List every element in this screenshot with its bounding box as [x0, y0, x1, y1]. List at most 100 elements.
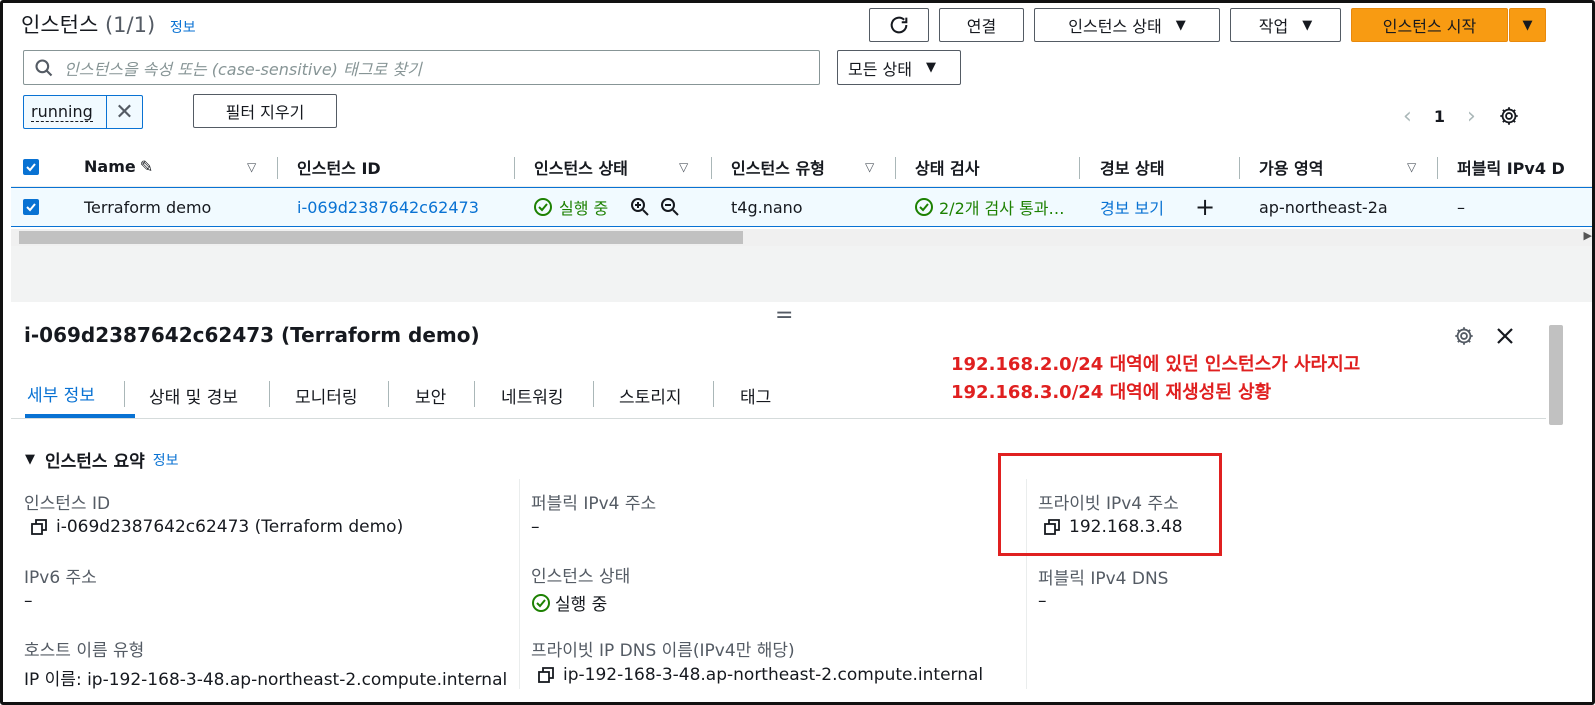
section-info-link[interactable]: 정보 — [153, 450, 179, 470]
tab-monitoring[interactable]: 모니터링 — [295, 373, 358, 418]
detail-controls — [1453, 325, 1515, 347]
launch-instance-button[interactable]: 인스턴스 시작 — [1351, 8, 1508, 42]
column-divider[interactable] — [1239, 157, 1240, 179]
public-dns-label: 퍼블릭 IPv4 DNS — [1038, 569, 1169, 589]
actions-button[interactable]: 작업 ▼ — [1230, 8, 1341, 42]
tab-security[interactable]: 보안 — [415, 373, 446, 418]
state-label: 인스턴스 상태 — [531, 567, 631, 587]
row-state-text: 실행 중 — [559, 199, 609, 218]
section-title: 인스턴스 요약 — [45, 452, 145, 472]
gear-icon[interactable] — [1498, 105, 1520, 127]
instance-id-label: 인스턴스 ID — [24, 494, 111, 514]
private-dns-text: ip-192-168-3-48.ap-northeast-2.compute.i… — [563, 665, 984, 685]
page-number[interactable]: 1 — [1434, 107, 1445, 126]
instance-summary-header[interactable]: ▼ 인스턴스 요약 정보 — [25, 447, 179, 472]
col-instance-type[interactable]: 인스턴스 유형 — [731, 147, 825, 186]
check-icon — [26, 203, 36, 212]
col-instance-id-label: 인스턴스 ID — [297, 158, 381, 178]
col-name-label: Name — [84, 157, 136, 176]
public-ipv4-label: 퍼블릭 IPv4 주소 — [531, 494, 657, 514]
next-page-icon[interactable]: › — [1467, 104, 1476, 129]
table-row[interactable]: Terraform demo i-069d2387642c62473 실행 중 … — [11, 187, 1592, 227]
row-checkbox[interactable] — [23, 188, 39, 226]
column-divider[interactable] — [895, 157, 896, 179]
add-alarm-icon[interactable]: + — [1195, 188, 1215, 226]
launch-label: 인스턴스 시작 — [1382, 17, 1477, 36]
col-status-check-label: 상태 검사 — [915, 158, 980, 178]
filter-token-label[interactable]: running — [24, 96, 107, 128]
gear-icon[interactable] — [1453, 325, 1475, 347]
tab-details[interactable]: 세부 정보 — [25, 373, 135, 418]
detail-title: i-069d2387642c62473 (Terraform demo) — [24, 323, 480, 347]
copy-icon[interactable] — [30, 518, 48, 536]
scrollbar-thumb[interactable] — [19, 231, 743, 244]
tab-divider — [124, 381, 125, 407]
col-status-check[interactable]: 상태 검사 — [915, 147, 979, 186]
remove-filter-button[interactable]: ✕ — [107, 96, 142, 128]
detail-tabs: 세부 정보 상태 및 경보 모니터링 보안 네트워킹 스토리지 태그 — [11, 373, 1546, 419]
scroll-right-icon[interactable]: ▶ — [1584, 229, 1592, 242]
clear-filters-label: 필터 지우기 — [225, 103, 305, 122]
sort-caret-icon[interactable]: ▽ — [1407, 147, 1416, 186]
collapse-triangle-icon: ▼ — [25, 452, 35, 467]
close-icon[interactable] — [1495, 326, 1515, 346]
col-instance-id[interactable]: 인스턴스 ID — [297, 147, 381, 186]
tab-divider — [474, 381, 475, 407]
success-icon — [534, 198, 552, 216]
tab-divider — [713, 381, 714, 407]
tab-tags[interactable]: 태그 — [740, 373, 771, 418]
ipv6-value: – — [24, 591, 33, 611]
col-az[interactable]: 가용 영역 — [1259, 147, 1323, 186]
vertical-scrollbar[interactable] — [1549, 325, 1563, 425]
column-divider[interactable] — [514, 157, 515, 179]
tab-networking[interactable]: 네트워킹 — [501, 373, 564, 418]
column-divider[interactable] — [277, 157, 278, 179]
tab-divider — [388, 381, 389, 407]
search-input[interactable]: 인스턴스을 속성 또는 (case-sensitive) 태그로 찾기 — [23, 50, 820, 85]
state-filter-select[interactable]: 모든 상태 ▼ — [837, 50, 961, 85]
column-divider[interactable] — [1079, 157, 1080, 179]
copy-icon[interactable] — [537, 666, 555, 684]
public-dns-value: – — [1038, 591, 1047, 611]
column-divider — [519, 479, 520, 689]
prev-page-icon[interactable]: ‹ — [1403, 104, 1412, 129]
row-type: t4g.nano — [731, 197, 803, 217]
row-instance-id-link[interactable]: i-069d2387642c62473 — [297, 188, 479, 226]
col-name[interactable]: Name ✎ — [84, 147, 153, 186]
caret-down-icon: ▼ — [1522, 17, 1533, 33]
sort-caret-icon[interactable]: ▽ — [679, 147, 688, 186]
col-alarm[interactable]: 경보 상태 — [1100, 147, 1164, 186]
launch-dropdown-button[interactable]: ▼ — [1509, 8, 1546, 42]
col-instance-state[interactable]: 인스턴스 상태 — [534, 147, 628, 186]
column-divider[interactable] — [711, 157, 712, 179]
private-dns-value: ip-192-168-3-48.ap-northeast-2.compute.i… — [537, 665, 983, 685]
column-divider[interactable] — [1437, 157, 1438, 179]
hostname-type-value: IP 이름: ip-192-168-3-48.ap-northeast-2.co… — [24, 670, 508, 690]
col-public-ipv4[interactable]: 퍼블릭 IPv4 D — [1457, 147, 1565, 186]
row-status-check: 2/2개 검사 통과… — [914, 188, 1065, 226]
instance-state-button[interactable]: 인스턴스 상태 ▼ — [1034, 8, 1220, 42]
instance-id-text: i-069d2387642c62473 (Terraform demo) — [56, 517, 404, 537]
tab-divider — [269, 381, 270, 407]
row-alarm-link[interactable]: 경보 보기 — [1100, 188, 1164, 226]
tab-storage[interactable]: 스토리지 — [619, 373, 682, 418]
caret-down-icon: ▼ — [925, 60, 936, 75]
instance-count: (1/1) — [104, 13, 156, 37]
info-link[interactable]: 정보 — [170, 20, 196, 36]
refresh-button[interactable] — [869, 8, 929, 42]
sort-caret-icon[interactable]: ▽ — [247, 147, 256, 186]
drag-handle-icon[interactable]: = — [775, 303, 793, 328]
col-instance-type-label: 인스턴스 유형 — [731, 158, 825, 178]
zoom-in-icon[interactable] — [630, 197, 650, 217]
row-public-ipv4: – — [1457, 197, 1465, 217]
row-status-check-text: 2/2개 검사 통과… — [939, 199, 1065, 218]
select-all-checkbox[interactable] — [23, 147, 39, 186]
success-icon — [915, 198, 933, 216]
sort-caret-icon[interactable]: ▽ — [865, 147, 874, 186]
connect-button[interactable]: 연결 — [939, 8, 1024, 42]
highlight-box — [998, 453, 1222, 556]
zoom-out-icon[interactable] — [660, 197, 680, 217]
horizontal-scrollbar[interactable]: ▶ — [11, 229, 1592, 246]
clear-filters-button[interactable]: 필터 지우기 — [193, 94, 337, 128]
tab-status-alarms[interactable]: 상태 및 경보 — [149, 373, 238, 418]
